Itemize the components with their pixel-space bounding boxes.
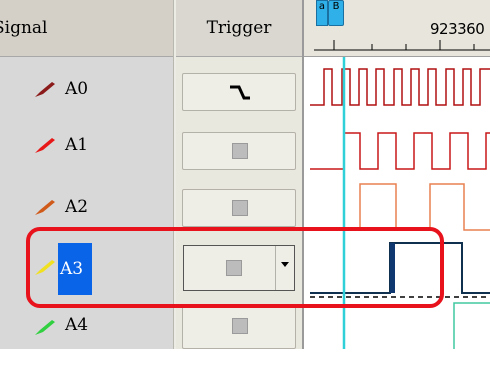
dont-care-icon bbox=[232, 143, 248, 159]
falling-edge-icon bbox=[230, 85, 250, 100]
signal-label-selected[interactable]: A3 bbox=[58, 243, 92, 295]
ruler-ticks bbox=[314, 40, 490, 51]
trigger-header-label: Trigger bbox=[206, 18, 272, 38]
marker-a[interactable]: a bbox=[316, 0, 328, 26]
time-ruler[interactable]: a B 923360 bbox=[304, 0, 490, 57]
trigger-button-a4[interactable] bbox=[182, 306, 296, 349]
probe-icon bbox=[35, 138, 55, 153]
signal-row-a1[interactable]: A1 bbox=[0, 122, 173, 184]
signal-header-label: Signal bbox=[0, 18, 48, 38]
trigger-button-a1[interactable] bbox=[182, 132, 296, 170]
signal-column-header[interactable]: Signal bbox=[0, 0, 173, 57]
probe-icon bbox=[35, 320, 55, 335]
signal-row-a2[interactable]: A2 bbox=[0, 184, 173, 246]
probe-icon bbox=[35, 260, 55, 275]
waveform-traces bbox=[310, 57, 490, 349]
trigger-select-a3[interactable] bbox=[183, 245, 295, 291]
signal-label: A2 bbox=[65, 197, 89, 217]
dont-care-icon bbox=[232, 200, 248, 216]
signal-label: A4 bbox=[65, 315, 89, 335]
trigger-column-header[interactable]: Trigger bbox=[176, 0, 302, 57]
signal-row-a4[interactable]: A4 bbox=[0, 306, 173, 368]
probe-icon bbox=[35, 200, 55, 215]
signal-row-a0[interactable]: A0 bbox=[0, 62, 173, 124]
signal-label: A0 bbox=[65, 79, 89, 99]
signal-label: A1 bbox=[65, 135, 89, 155]
waveform-view[interactable]: a B 923360 bbox=[302, 0, 490, 349]
signal-panel: Signal A0 A1 A2 A3 A4 bbox=[0, 0, 173, 349]
dont-care-icon bbox=[226, 260, 242, 276]
signal-row-a3[interactable]: A3 bbox=[0, 243, 173, 308]
marker-b[interactable]: B bbox=[328, 0, 344, 26]
time-label: 923360 bbox=[430, 20, 485, 38]
trigger-button-a2[interactable] bbox=[182, 189, 296, 227]
probe-icon bbox=[35, 82, 55, 97]
chevron-down-icon[interactable] bbox=[275, 246, 294, 290]
trigger-panel: Trigger bbox=[176, 0, 302, 349]
dont-care-icon bbox=[232, 318, 248, 334]
trigger-button-a0[interactable] bbox=[182, 73, 296, 111]
